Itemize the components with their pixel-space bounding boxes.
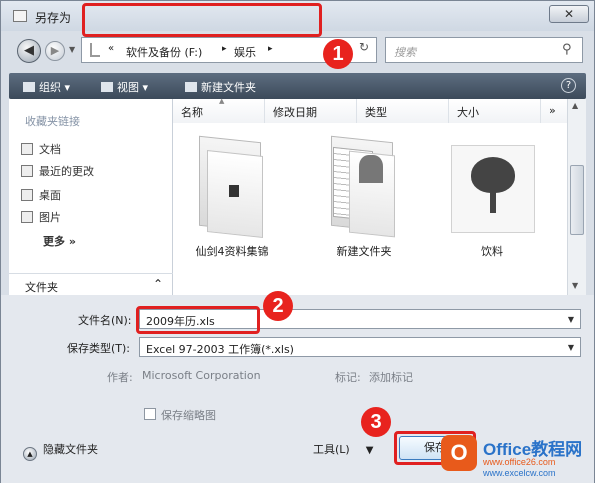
- chevron-down-icon[interactable]: ▼: [568, 343, 574, 352]
- sidebar-item-desktop[interactable]: 桌面: [21, 187, 61, 203]
- tags-label: 标记:: [335, 371, 361, 384]
- folder-section[interactable]: 文件夹 ⌃: [9, 273, 173, 295]
- filename-label: 文件名(N):: [78, 314, 132, 327]
- filetype-value: Excel 97-2003 工作簿(*.xls): [146, 343, 294, 356]
- breadcrumb-drive[interactable]: 软件及备份 (F:): [126, 44, 202, 60]
- step-badge-2: 2: [263, 291, 293, 321]
- vertical-scrollbar[interactable]: ▲ ▼: [567, 99, 586, 295]
- file-name: 新建文件夹: [336, 245, 392, 258]
- sidebar-item-documents[interactable]: 文档: [21, 141, 61, 157]
- history-dropdown-icon[interactable]: ▼: [69, 45, 75, 54]
- sidebar-more-link[interactable]: 更多 »: [43, 233, 76, 249]
- scroll-up-icon[interactable]: ▲: [572, 101, 578, 110]
- author-label: 作者:: [107, 371, 133, 384]
- help-button[interactable]: ?: [561, 78, 576, 93]
- new-folder-button[interactable]: 新建文件夹: [185, 79, 256, 95]
- sidebar-item-pictures[interactable]: 图片: [21, 209, 61, 225]
- step-badge-1: 1: [323, 39, 353, 69]
- filetype-label: 保存类型(T):: [67, 342, 131, 355]
- breadcrumb-separator[interactable]: ▸: [268, 44, 273, 54]
- sidebar-item-recent[interactable]: 最近的更改: [21, 163, 94, 179]
- desktop-icon: [21, 189, 33, 201]
- thumbnail-checkbox[interactable]: [144, 408, 156, 420]
- documents-icon: [21, 143, 33, 155]
- search-icon[interactable]: ⚲: [562, 42, 572, 57]
- search-placeholder: 搜索: [394, 46, 416, 59]
- watermark-url-2: www.excelcw.com: [483, 468, 556, 478]
- pictures-icon: [21, 211, 33, 223]
- column-name[interactable]: 名称 ▲: [173, 97, 265, 123]
- save-as-dialog: 另存为 ✕ ◀ ▶ ▼ « 软件及备份 (F:) ▸ 娱乐 ▸ ▾ ↻ 搜索 ⚲…: [0, 0, 595, 483]
- hide-folders-button[interactable]: ▲ 隐藏文件夹: [23, 441, 98, 461]
- navigation-pane: 收藏夹链接 文档 最近的更改 桌面 图片 更多 » 文件夹 ⌃: [9, 99, 173, 295]
- tree-image-icon: [447, 135, 537, 239]
- file-name: 仙剑4资料集锦: [195, 245, 269, 258]
- breadcrumb-separator[interactable]: ▸: [222, 44, 227, 54]
- columns-more[interactable]: »: [541, 99, 567, 123]
- file-item[interactable]: 新建文件夹: [309, 135, 419, 259]
- back-button[interactable]: ◀: [17, 39, 41, 63]
- file-item[interactable]: 仙剑4资料集锦: [177, 135, 287, 259]
- file-item[interactable]: 饮料: [437, 135, 547, 259]
- thumbnail-label: 保存缩略图: [161, 409, 216, 422]
- watermark-url-1: www.office26.com: [483, 457, 556, 467]
- sort-arrow-icon: ▲: [219, 97, 225, 105]
- filetype-select[interactable]: Excel 97-2003 工作簿(*.xls) ▼: [139, 337, 581, 357]
- address-highlight: [82, 3, 322, 37]
- file-name: 饮料: [481, 245, 503, 258]
- refresh-button[interactable]: ↻: [353, 40, 375, 60]
- organize-icon: [23, 82, 35, 92]
- recent-icon: [21, 165, 33, 177]
- forward-button[interactable]: ▶: [45, 41, 65, 61]
- step-badge-3: 3: [361, 407, 391, 437]
- folder-icon: [319, 135, 409, 239]
- views-button[interactable]: 视图 ▾: [101, 79, 148, 95]
- scroll-down-icon[interactable]: ▼: [572, 281, 578, 290]
- tags-value[interactable]: 添加标记: [369, 369, 413, 385]
- folder-icon: [187, 135, 277, 239]
- close-button[interactable]: ✕: [549, 5, 589, 23]
- organize-button[interactable]: 组织 ▾: [23, 79, 70, 95]
- watermark: O Office教程网 www.office26.com www.excelcw…: [437, 431, 595, 481]
- chevron-down-icon[interactable]: ▼: [568, 315, 574, 324]
- command-bar: 组织 ▾ 视图 ▾ 新建文件夹 ?: [9, 73, 586, 99]
- column-type[interactable]: 类型: [357, 99, 449, 123]
- column-size[interactable]: 大小: [449, 99, 541, 123]
- folder-icon: [90, 43, 100, 57]
- column-modified[interactable]: 修改日期: [265, 99, 357, 123]
- chevron-up-icon: ▲: [23, 447, 37, 461]
- favorites-header: 收藏夹链接: [25, 115, 80, 128]
- office-logo-icon: O: [441, 435, 477, 471]
- filename-highlight: [136, 306, 260, 334]
- chevron-up-icon[interactable]: ⌃: [153, 277, 163, 291]
- new-folder-icon: [185, 82, 197, 92]
- scroll-thumb[interactable]: [570, 165, 584, 235]
- address-overflow[interactable]: «: [108, 43, 114, 54]
- tools-dropdown-icon: ▼: [365, 445, 374, 456]
- file-list: 名称 ▲ 修改日期 类型 大小 » 仙剑4资料集锦 新建文件夹 饮料: [173, 97, 567, 295]
- views-icon: [101, 82, 113, 92]
- window-icon: [13, 10, 27, 22]
- window-title: 另存为: [35, 11, 72, 25]
- breadcrumb-folder[interactable]: 娱乐: [234, 44, 256, 60]
- author-value[interactable]: Microsoft Corporation: [142, 369, 261, 382]
- search-input[interactable]: 搜索 ⚲: [385, 37, 583, 63]
- folder-label: 文件夹: [25, 281, 58, 294]
- tools-button[interactable]: 工具(L) ▼: [313, 441, 373, 457]
